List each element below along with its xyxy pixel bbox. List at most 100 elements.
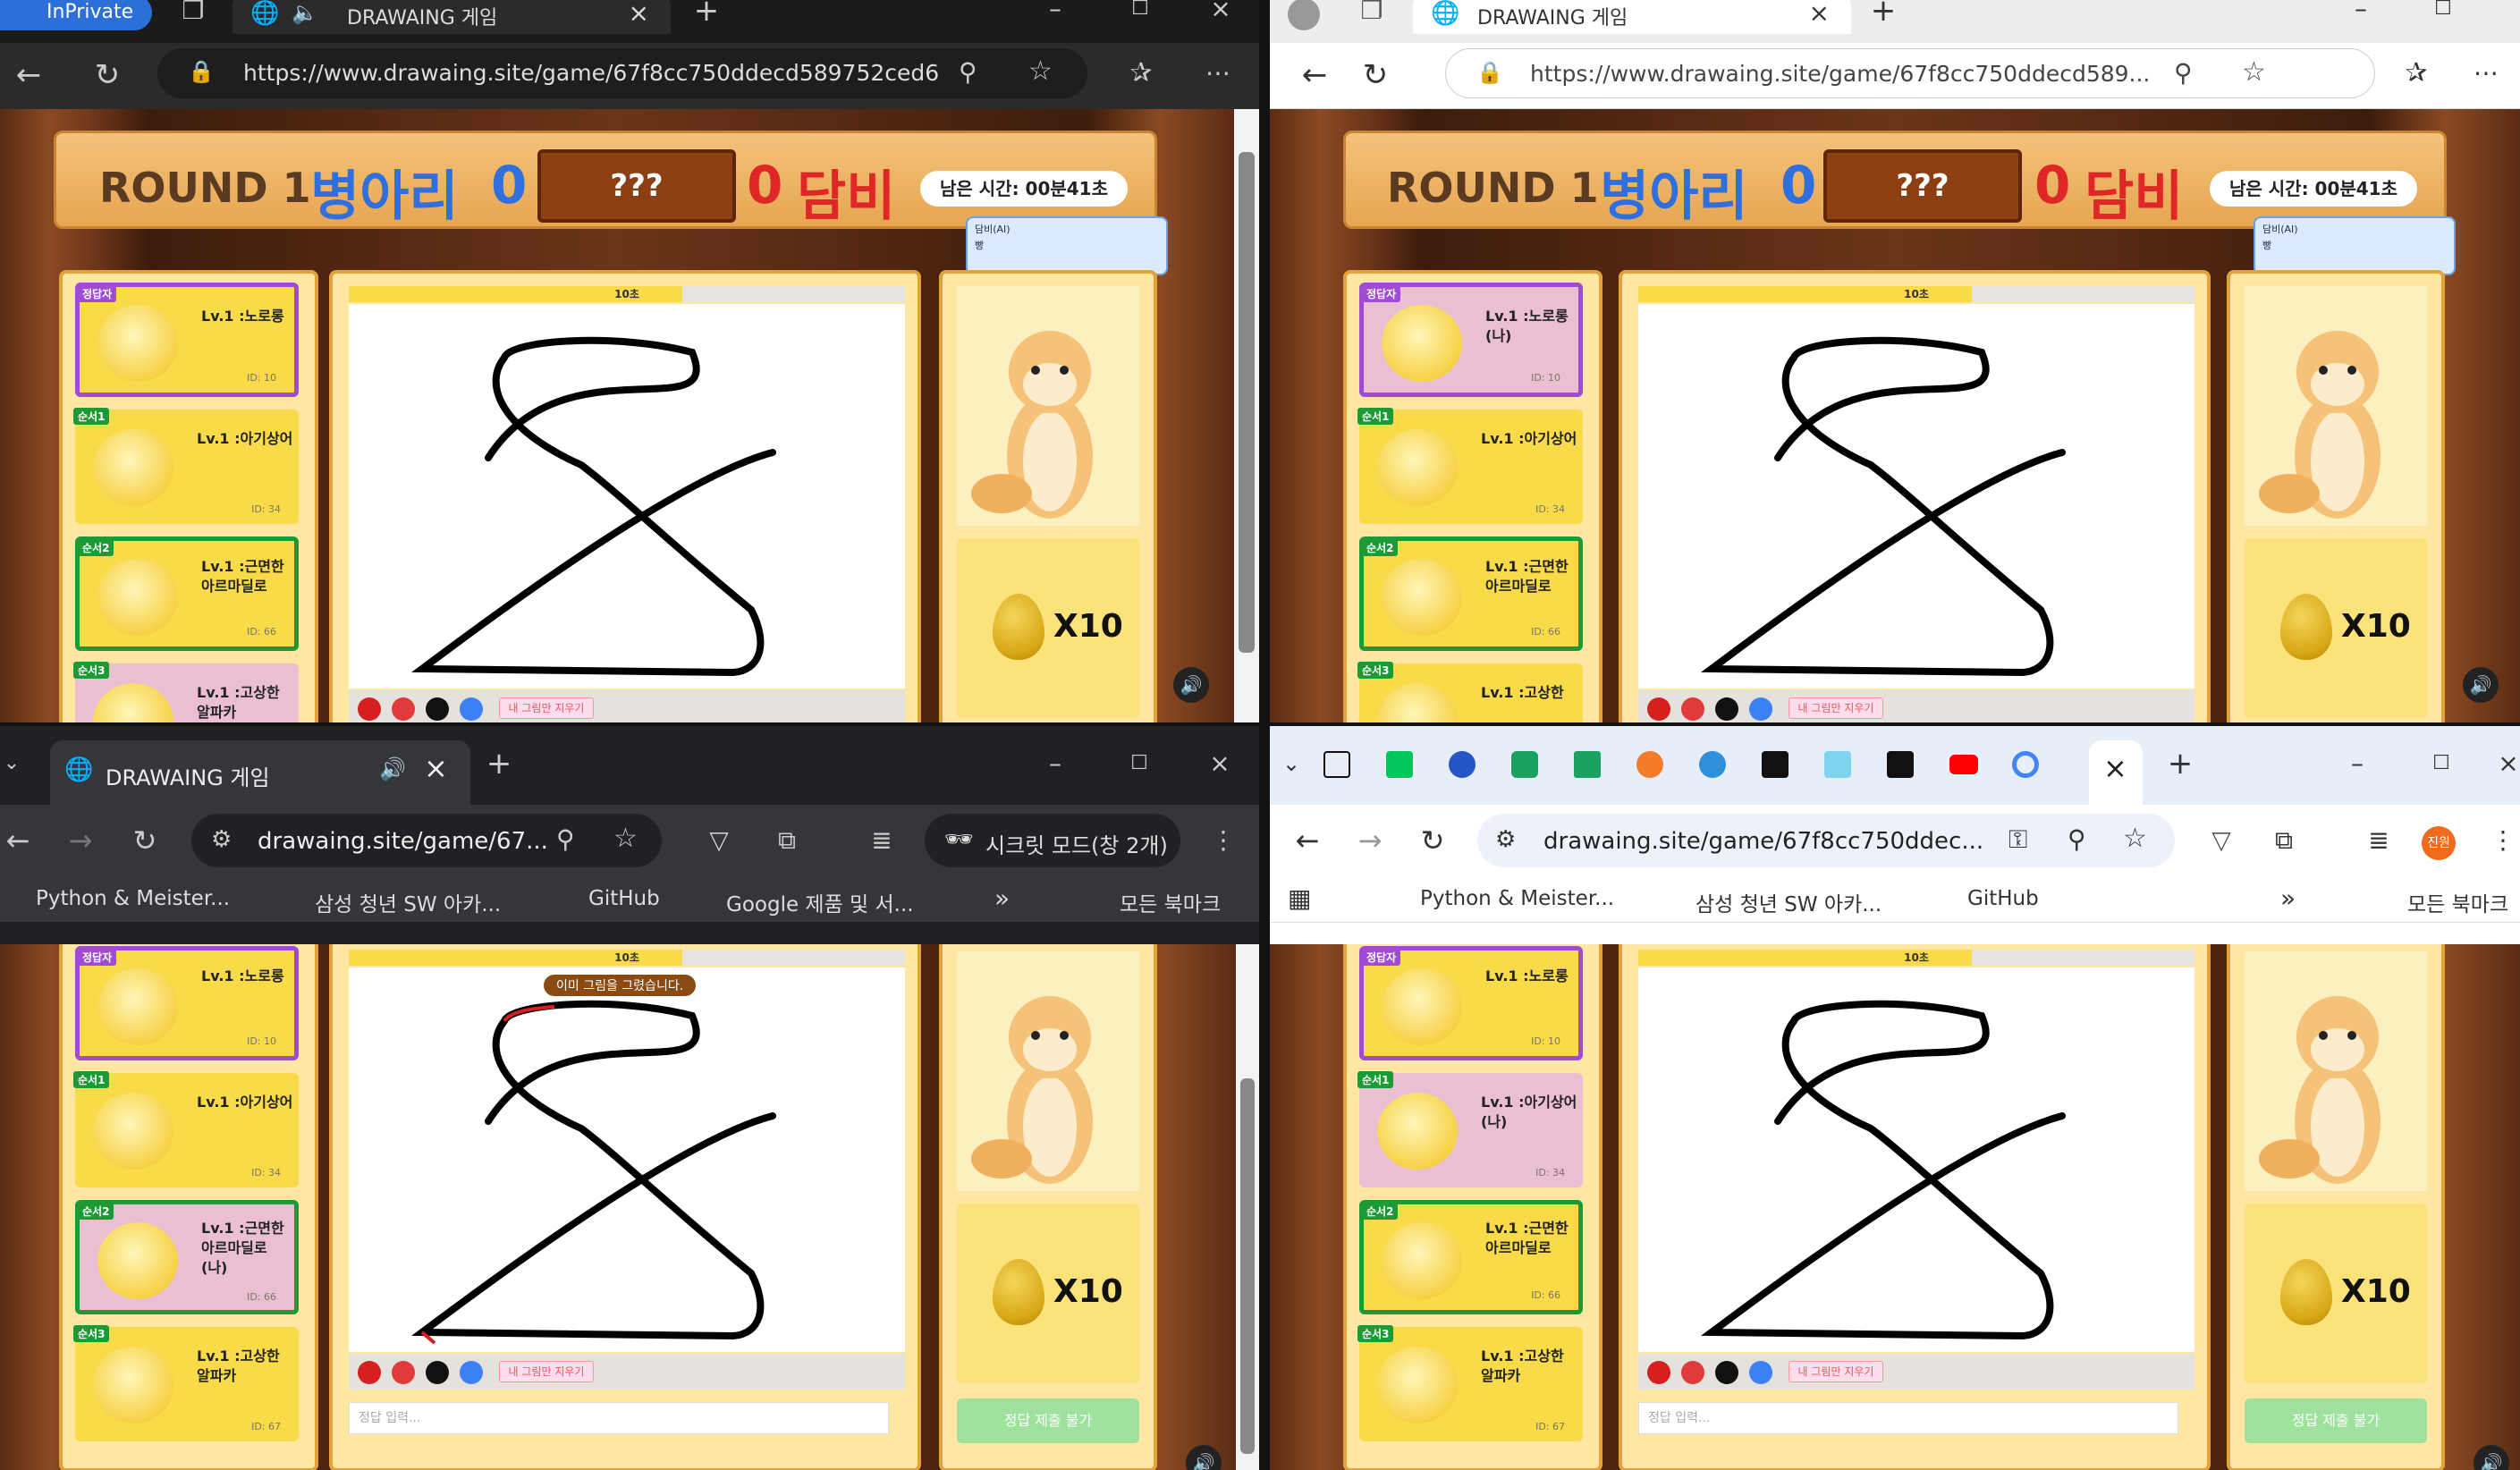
samsung-tab-icon[interactable] [1824, 751, 1851, 778]
site-info-icon[interactable]: ⚙ [211, 826, 232, 853]
back-icon[interactable]: ← [0, 823, 36, 858]
bookmark-item[interactable]: GitHub [588, 887, 660, 910]
back-icon[interactable]: ← [1290, 823, 1325, 858]
eraser-color[interactable] [1647, 1361, 1670, 1384]
mail-tab-icon[interactable] [1574, 751, 1601, 778]
close-window-icon[interactable]: × [1202, 746, 1238, 781]
favorite-icon[interactable]: ☆ [2242, 56, 2266, 88]
active-tab[interactable]: 🌐 DRAWAING 게임 🔊 × [50, 740, 470, 805]
menu-icon[interactable]: ⋯ [2466, 55, 2506, 91]
drawing-canvas[interactable] [1638, 967, 2194, 1352]
minimize-icon[interactable]: – [1037, 746, 1073, 781]
red-color[interactable] [392, 697, 415, 721]
media-control-icon[interactable]: ≣ [2361, 823, 2397, 858]
clear-my-drawing-button[interactable]: 내 그림만 지우기 [1789, 697, 1883, 719]
bookmark-item[interactable]: 삼성 청년 SW 아카... [1696, 887, 1882, 917]
eraser-color[interactable] [1647, 697, 1670, 721]
maximize-icon[interactable]: ☐ [1121, 746, 1157, 781]
new-tab-icon[interactable]: + [2162, 746, 2198, 781]
close-tab-icon[interactable]: × [1809, 0, 1830, 28]
forward-icon[interactable]: → [63, 823, 98, 858]
close-window-icon[interactable]: × [2497, 746, 2520, 781]
profile-icon[interactable] [1288, 0, 1320, 30]
new-tab-icon[interactable]: + [481, 746, 517, 781]
incognito-badge[interactable]: 🕶 시크릿 모드(창 2개) [925, 814, 1180, 867]
inprivate-badge[interactable]: InPrivate [0, 0, 152, 30]
more-bookmarks-icon[interactable]: » [2280, 883, 2296, 913]
new-tab-icon[interactable]: + [689, 0, 724, 29]
tab-actions-icon[interactable]: ❐ [1354, 0, 1390, 29]
bookmark-item[interactable]: Google 제품 및 서... [726, 887, 914, 917]
drawing-canvas[interactable] [349, 304, 905, 689]
back-icon[interactable]: ← [1295, 57, 1334, 93]
maximize-icon[interactable]: ☐ [1122, 0, 1158, 27]
close-tab-icon[interactable]: × [424, 751, 448, 785]
extensions-icon[interactable]: ⧉ [2266, 823, 2302, 858]
speaker-icon[interactable]: 🔊 [2473, 1445, 2509, 1470]
zoom-icon[interactable]: ⚲ [959, 57, 977, 87]
speaker-icon[interactable]: 🔊 [2463, 667, 2499, 703]
more-bookmarks-icon[interactable]: » [994, 883, 1010, 913]
active-tab[interactable]: 🌐 DRAWAING 게임 × [1413, 0, 1851, 34]
refresh-icon[interactable]: ↻ [127, 823, 163, 858]
apps-icon[interactable]: ▦ [1288, 883, 1311, 913]
submit-answer-button[interactable]: 정답 제출 불가 [957, 1398, 1139, 1443]
bookmark-item[interactable]: Python & Meister... [1420, 887, 1614, 910]
answer-input[interactable]: 정답 입력... [1638, 1402, 2178, 1434]
refresh-icon[interactable]: ↻ [88, 57, 127, 93]
refresh-icon[interactable]: ↻ [1356, 57, 1395, 93]
blue-color[interactable] [1749, 697, 1772, 721]
star-tab-icon[interactable] [1636, 751, 1663, 778]
favorite-icon[interactable]: ☆ [1028, 55, 1053, 87]
close-tab-icon[interactable]: × [629, 0, 649, 28]
red-color[interactable] [1681, 1361, 1704, 1384]
new-tab-icon[interactable]: + [1865, 0, 1901, 29]
address-bar[interactable]: 🔒 https://www.drawaing.site/game/67f8cc7… [157, 48, 1087, 98]
submit-answer-button[interactable]: 정답 제출 불가 [2245, 1398, 2427, 1443]
maximize-icon[interactable]: ☐ [2423, 746, 2459, 781]
black-color[interactable] [1715, 1361, 1738, 1384]
clear-my-drawing-button[interactable]: 내 그림만 지우기 [1789, 1361, 1883, 1382]
youtube-tab-icon[interactable] [1949, 755, 1978, 774]
extension-v-icon[interactable]: ▽ [701, 823, 737, 858]
s-tab-icon[interactable] [1449, 751, 1476, 778]
close-window-icon[interactable]: × [1203, 0, 1239, 27]
back-icon[interactable]: ← [9, 57, 48, 93]
clear-my-drawing-button[interactable]: 내 그림만 지우기 [499, 1361, 594, 1382]
naver-tab-icon[interactable] [1386, 751, 1413, 778]
bookmark-star-icon[interactable]: ☆ [613, 823, 638, 854]
bookmark-item[interactable]: Python & Meister... [36, 887, 230, 910]
refresh-icon[interactable]: ↻ [1415, 823, 1450, 858]
game-tab-icon[interactable] [1511, 751, 1538, 778]
eraser-color[interactable] [358, 697, 381, 721]
scrollbar[interactable] [1234, 109, 1259, 722]
favorites-icon[interactable]: ✰ [1121, 55, 1161, 91]
menu-icon[interactable]: ⋮ [2486, 823, 2520, 858]
bookmark-item[interactable]: 삼성 청년 SW 아카... [315, 887, 501, 917]
tab-actions-icon[interactable]: ❐ [175, 0, 211, 29]
profile-avatar[interactable]: 진원 [2422, 826, 2456, 860]
zoom-icon[interactable]: ⚲ [556, 824, 575, 854]
active-tab[interactable]: × [2089, 740, 2143, 805]
clear-my-drawing-button[interactable]: 내 그림만 지우기 [499, 697, 594, 719]
black-color[interactable] [426, 697, 449, 721]
zoom-icon[interactable]: ⚲ [2068, 824, 2086, 854]
speaker-icon[interactable]: 🔊 [1186, 1445, 1222, 1470]
maximize-icon[interactable]: ☐ [2425, 0, 2461, 27]
menu-icon[interactable]: ⋮ [1205, 823, 1241, 858]
blue-color[interactable] [1749, 1361, 1772, 1384]
tab-list-icon[interactable]: ⌄ [1275, 746, 1307, 781]
address-bar[interactable]: ⚙ drawaing.site/game/67... ⚲ ☆ [191, 814, 662, 867]
eraser-color[interactable] [358, 1361, 381, 1384]
samsung-tab-icon[interactable] [1762, 751, 1789, 778]
favorites-icon[interactable]: ✰ [2397, 55, 2436, 91]
black-color[interactable] [1715, 697, 1738, 721]
samsung-tab-icon[interactable] [1887, 751, 1914, 778]
blue-color[interactable] [460, 1361, 483, 1384]
close-tab-icon[interactable]: × [2103, 751, 2127, 785]
blue-color[interactable] [460, 697, 483, 721]
address-bar[interactable]: ⚙ drawaing.site/game/67f8cc750ddec... ⚿ … [1477, 814, 2175, 867]
zoom-icon[interactable]: ⚲ [2174, 58, 2193, 88]
extensions-icon[interactable]: ⧉ [769, 823, 805, 858]
minimize-icon[interactable]: – [2343, 0, 2379, 27]
